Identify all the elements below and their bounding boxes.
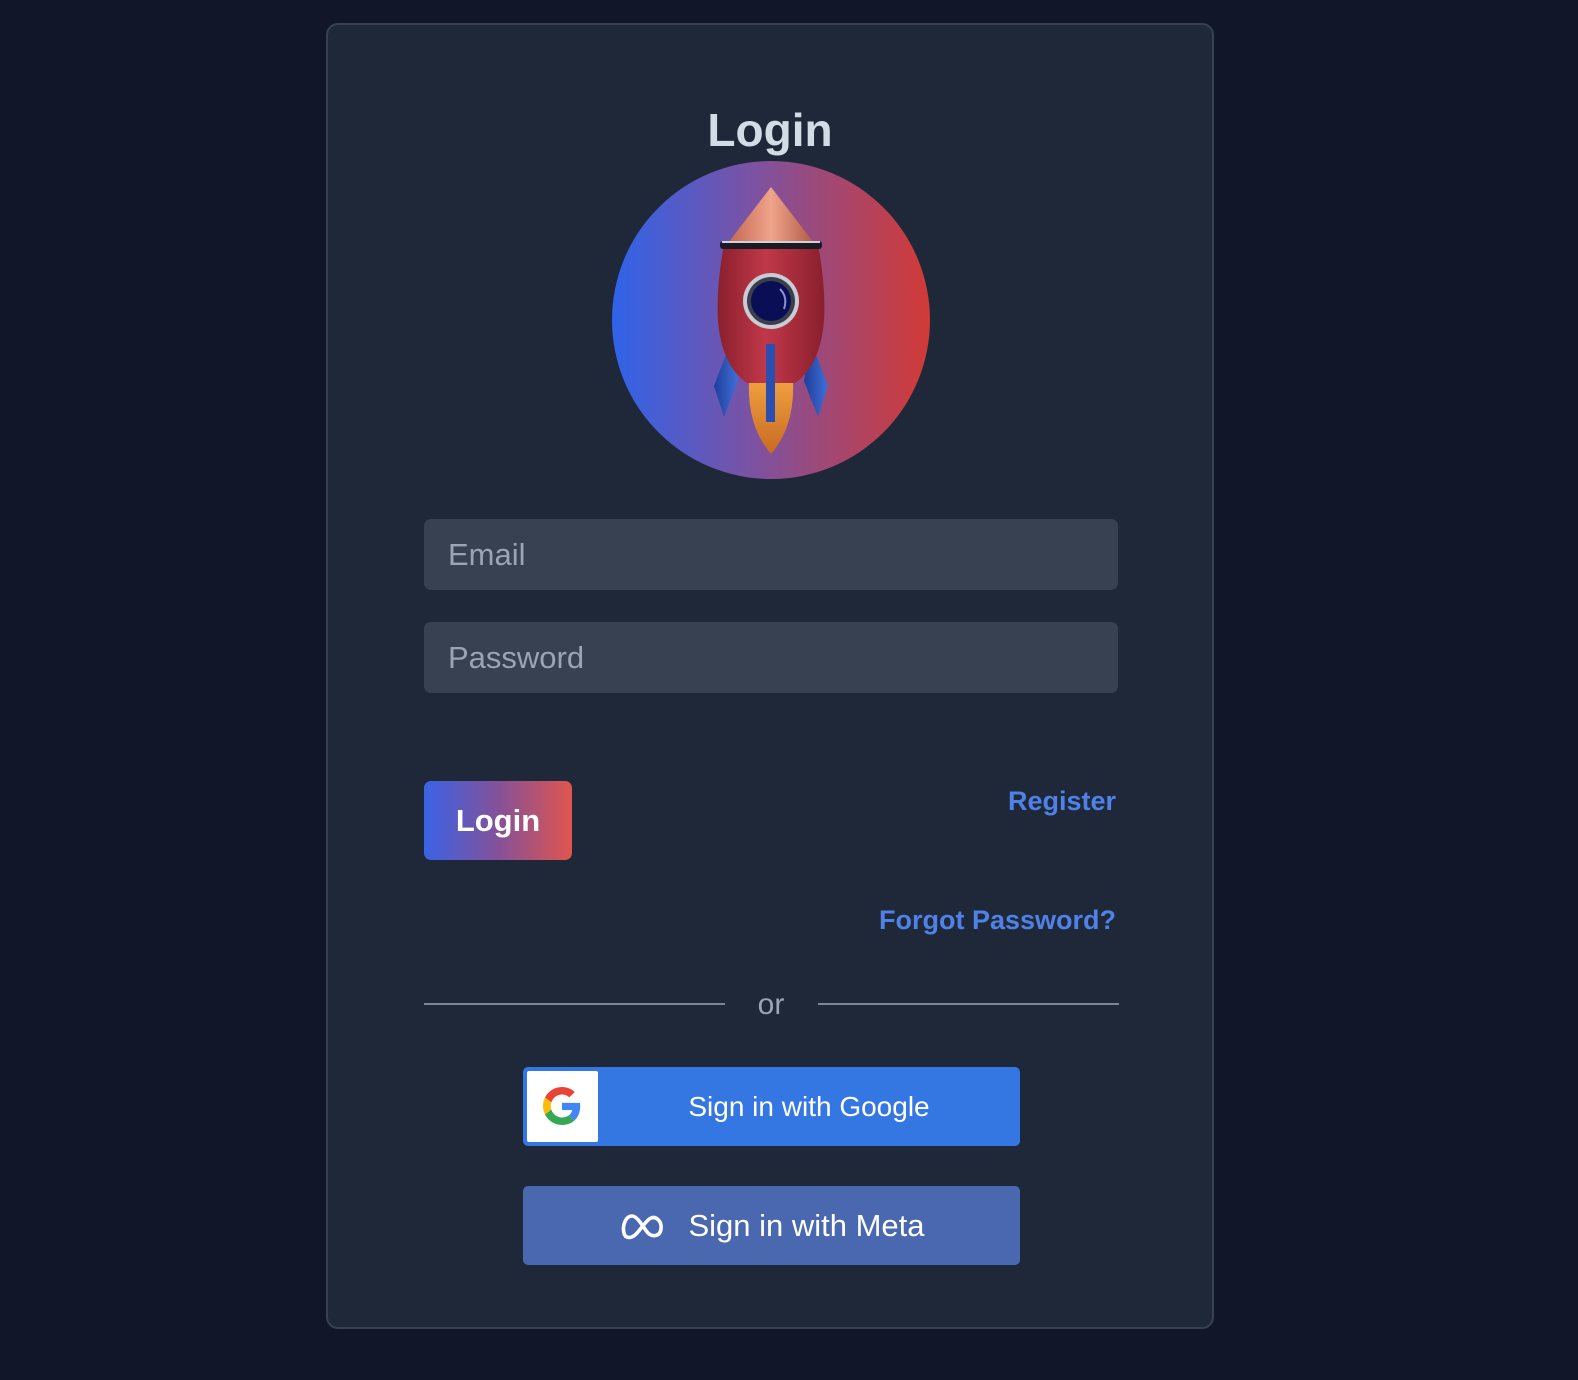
google-signin-label: Sign in with Google [688, 1091, 930, 1122]
forgot-password-link[interactable]: Forgot Password? [879, 902, 1116, 938]
google-g-icon [543, 1087, 581, 1125]
password-field[interactable] [424, 622, 1118, 693]
rocket-icon [714, 187, 828, 454]
meta-signin-button[interactable]: Sign in with Meta [523, 1186, 1020, 1265]
email-field[interactable] [424, 519, 1118, 590]
divider-label: or [757, 988, 785, 1021]
divider-line-left [424, 1003, 725, 1005]
meta-infinity-icon [622, 1213, 664, 1239]
login-card: Login Email Login Register Forgot Passwo… [326, 23, 1214, 1329]
login-button[interactable]: Login [424, 781, 572, 860]
google-logo-box [527, 1071, 598, 1142]
rocket-avatar [612, 161, 930, 479]
page-title: Login [707, 104, 833, 156]
google-signin-button[interactable]: Sign in with Google [523, 1067, 1020, 1146]
register-link[interactable]: Register [1008, 783, 1116, 819]
divider-line-right [818, 1003, 1119, 1005]
meta-signin-label: Sign in with Meta [688, 1207, 925, 1243]
